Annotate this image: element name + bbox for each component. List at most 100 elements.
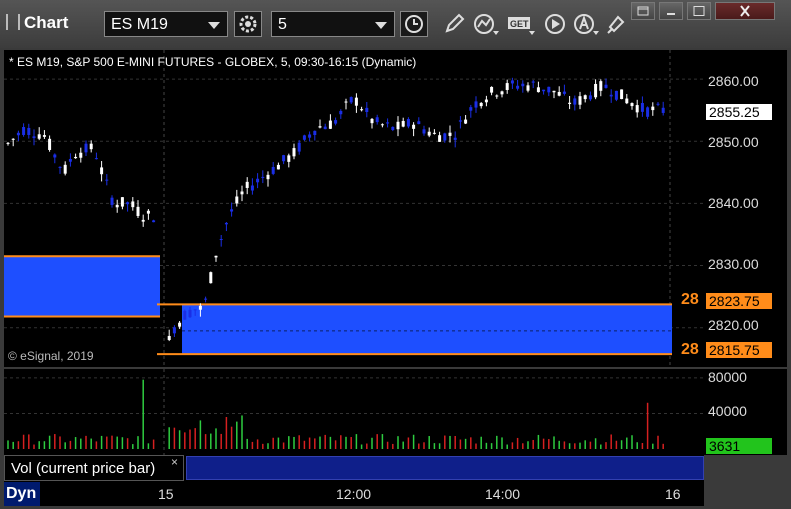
chevron-down-icon xyxy=(208,22,220,29)
candle-body xyxy=(11,138,15,140)
pencil-icon xyxy=(445,13,465,33)
candle-body xyxy=(68,158,72,162)
candle-body xyxy=(427,131,431,136)
settings-button[interactable] xyxy=(234,11,262,37)
alert-icon xyxy=(574,14,599,35)
close-icon xyxy=(740,5,750,17)
candle-body xyxy=(16,132,20,136)
candle-body xyxy=(297,142,301,152)
candle-body xyxy=(568,102,572,104)
studies-button[interactable] xyxy=(471,10,501,38)
candle-body xyxy=(53,154,57,158)
candle-body xyxy=(224,222,228,225)
candle-body xyxy=(531,81,535,83)
time-axis[interactable]: 15 12:00 14:00 16 xyxy=(40,482,704,506)
candle-body xyxy=(620,89,624,100)
candle-body xyxy=(578,96,582,105)
candle-body xyxy=(235,196,239,204)
maximize-icon xyxy=(693,6,705,16)
candle-body xyxy=(6,142,10,144)
candle-body xyxy=(79,152,83,158)
candle-body xyxy=(74,156,78,159)
candle-body xyxy=(453,137,457,140)
candle-body xyxy=(271,167,275,174)
restore-icon xyxy=(637,6,649,16)
candle-body xyxy=(495,95,499,97)
paint-button[interactable] xyxy=(601,10,631,38)
candle-body xyxy=(292,148,296,157)
time-template-button[interactable] xyxy=(400,11,428,37)
current-price-box: 2855.25 xyxy=(706,104,772,120)
candle-body xyxy=(219,239,223,241)
window-close-button[interactable] xyxy=(715,2,775,20)
candle-body xyxy=(204,298,208,300)
play-icon xyxy=(545,14,565,34)
study-panel[interactable] xyxy=(186,456,704,480)
current-volume-box: 3631 xyxy=(706,438,772,454)
interval-dropdown[interactable]: 5 xyxy=(271,11,395,37)
candle-body xyxy=(42,135,46,137)
window-maximize-button[interactable] xyxy=(687,2,711,20)
price-zone xyxy=(182,304,672,355)
candle-body xyxy=(573,98,577,105)
replay-button[interactable] xyxy=(540,10,570,38)
study-icon xyxy=(474,14,499,35)
gear-icon xyxy=(239,15,257,33)
zone-lower-price-box: 2815.75 xyxy=(706,342,772,358)
candle-body xyxy=(349,97,353,103)
volume-chart[interactable] xyxy=(4,369,704,455)
dynamic-mode-button[interactable]: Dyn xyxy=(4,482,42,506)
candle-body xyxy=(484,99,488,103)
candle-body xyxy=(302,135,306,140)
get-icon: GET xyxy=(508,17,535,35)
window-minimize-button[interactable] xyxy=(659,2,683,20)
candle-body xyxy=(630,103,634,107)
close-icon[interactable]: × xyxy=(171,455,178,469)
candle-body xyxy=(583,95,587,100)
candle-body xyxy=(178,322,182,327)
price-label-2860: 2860.00 xyxy=(708,73,759,89)
symbol-dropdown[interactable]: ES M19 xyxy=(104,11,228,37)
candle-body xyxy=(193,309,197,311)
candle-body xyxy=(308,134,312,138)
app-title: Chart xyxy=(6,13,68,33)
draw-tool-button[interactable] xyxy=(439,10,469,38)
candle-body xyxy=(84,143,88,153)
candle-body xyxy=(651,106,655,111)
candle-body xyxy=(542,89,546,92)
candle-body xyxy=(230,209,234,212)
candle-body xyxy=(401,120,405,127)
candle-body xyxy=(37,134,41,139)
alerts-button[interactable] xyxy=(571,10,601,38)
candle-body xyxy=(438,135,442,142)
candle-body xyxy=(656,103,660,105)
candle-body xyxy=(94,158,98,160)
grip-icon[interactable] xyxy=(6,14,20,30)
candle-body xyxy=(120,197,124,207)
volume-axis[interactable]: 80000 40000 3631 xyxy=(704,369,787,455)
candle-body xyxy=(63,164,67,174)
time-label-1200: 12:00 xyxy=(336,486,372,502)
study-label[interactable]: Vol (current price bar) xyxy=(4,455,184,481)
candle-body xyxy=(105,179,109,181)
price-axis[interactable]: 2860.00 2850.00 2840.00 2830.00 2820.00 … xyxy=(704,50,787,367)
candle-body xyxy=(110,197,114,205)
candle-body xyxy=(276,164,280,170)
candle-body xyxy=(22,127,26,135)
price-chart[interactable]: * ES M19, S&P 500 E-MINI FUTURES - GLOBE… xyxy=(4,50,704,367)
candle-body xyxy=(250,185,254,191)
study-row: Vol (current price bar) × xyxy=(4,455,704,482)
zone-lower-marker: 28 xyxy=(681,341,699,358)
candle-body xyxy=(422,129,426,134)
window-restore-button[interactable] xyxy=(631,2,655,20)
paint-icon xyxy=(607,15,625,34)
candle-body xyxy=(443,133,447,141)
candle-body xyxy=(614,90,618,100)
candle-body xyxy=(318,126,322,128)
title-bar: Chart ES M19 5 GET xyxy=(0,0,791,48)
candle-body xyxy=(344,101,348,103)
candle-body xyxy=(604,84,608,88)
candle-body xyxy=(32,136,36,139)
candle-body xyxy=(594,83,598,98)
get-data-button[interactable]: GET xyxy=(506,10,536,38)
